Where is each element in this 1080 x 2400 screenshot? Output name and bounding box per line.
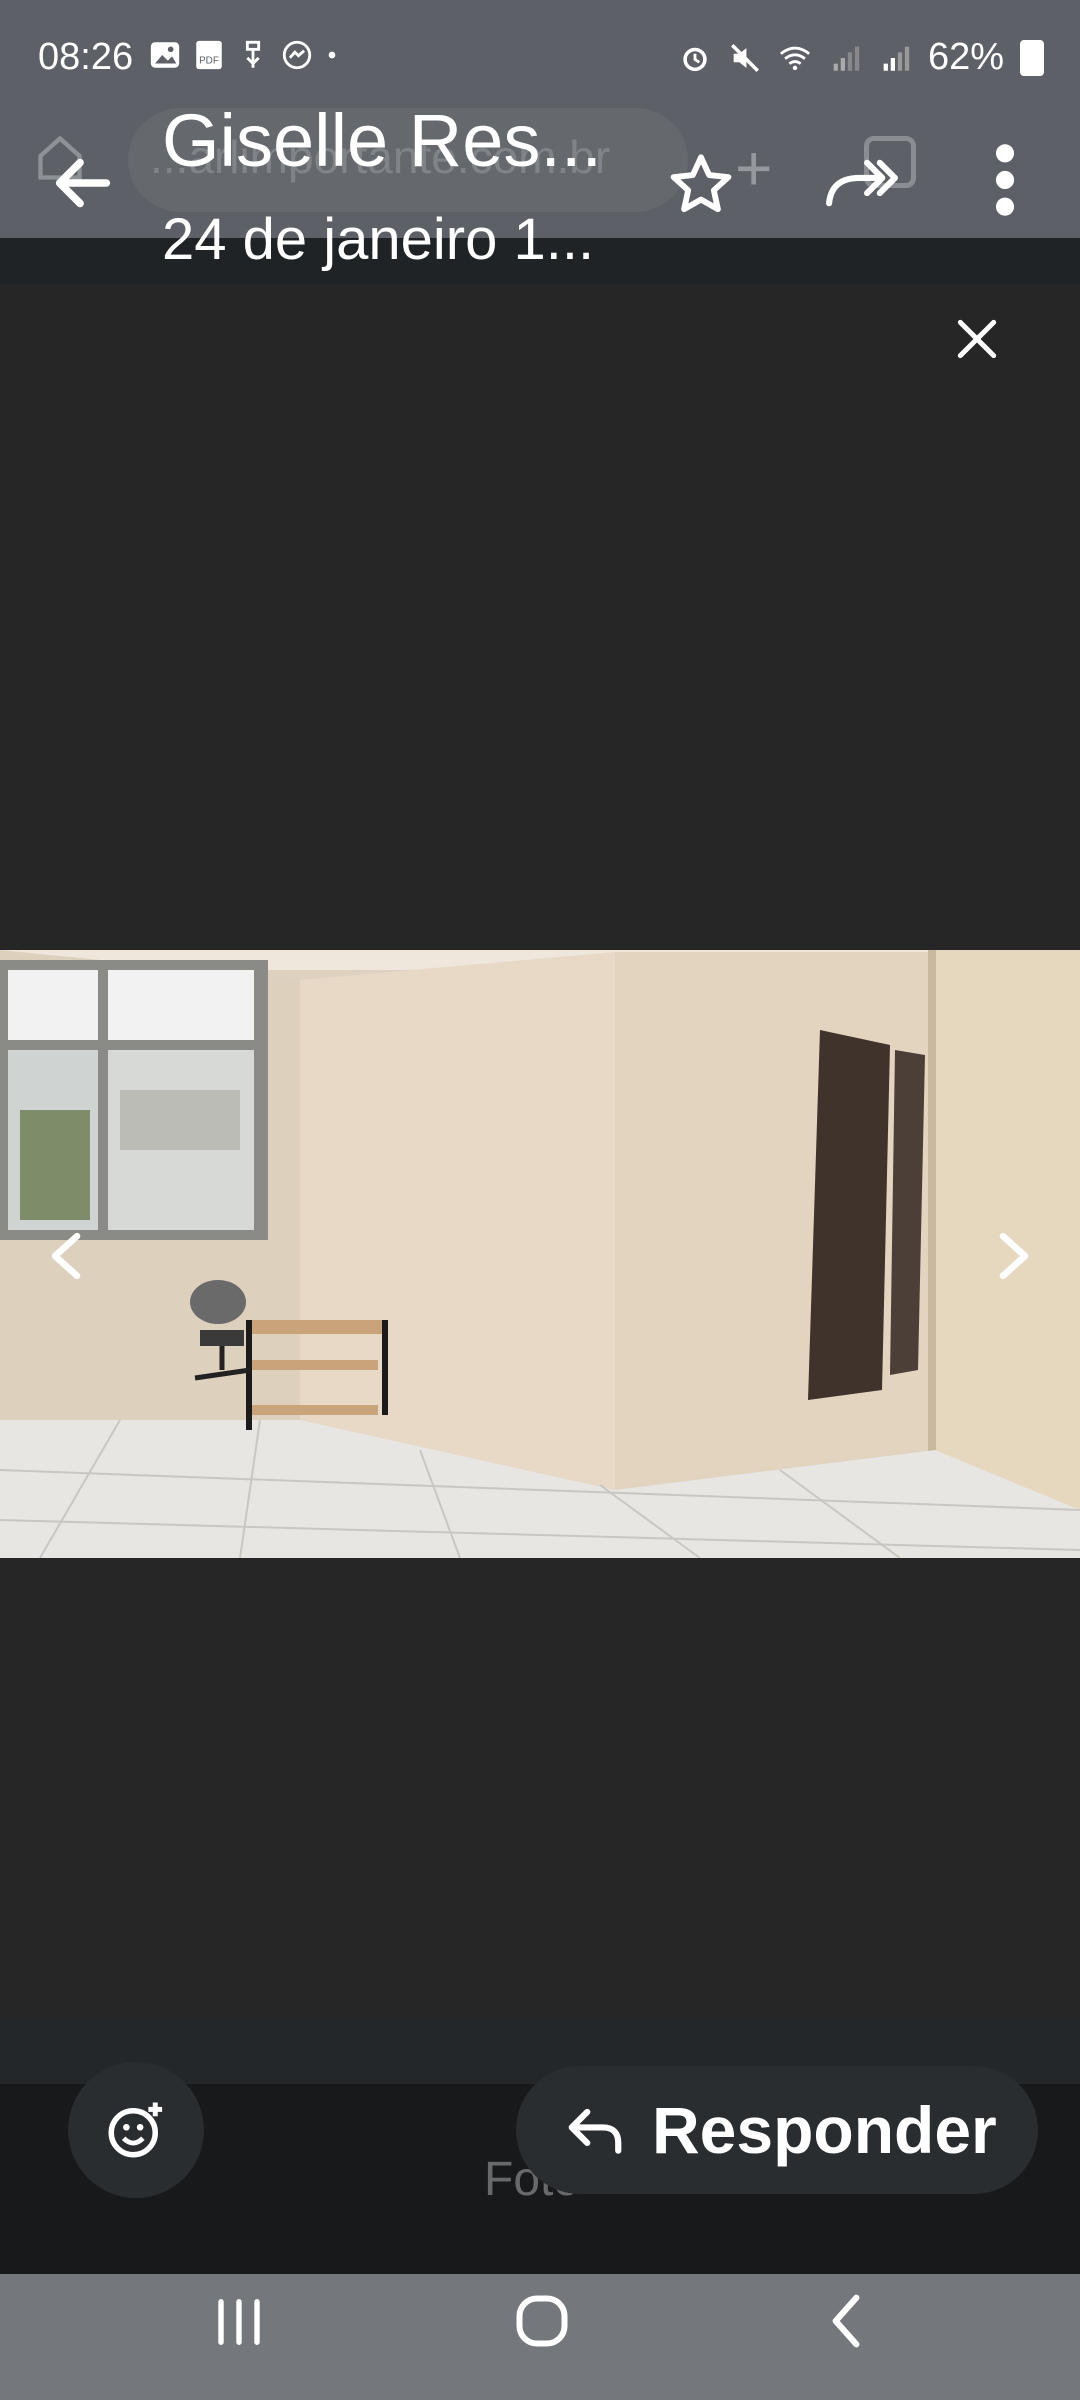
messenger-icon [282, 40, 312, 70]
battery-percent: 62% [927, 36, 1004, 78]
sender-name: Giselle Res... [162, 99, 603, 182]
plus-icon: + [735, 132, 773, 204]
next-photo-icon[interactable] [992, 1228, 1036, 1284]
alarm-icon [683, 47, 707, 71]
more-options-icon[interactable] [990, 140, 1020, 220]
apartment-photo[interactable] [0, 950, 1080, 1558]
add-emoji-icon [108, 2102, 163, 2158]
signal-icon [883, 46, 910, 71]
reply-label: Responder [652, 2093, 997, 2167]
previous-photo-icon[interactable] [44, 1228, 88, 1284]
image-icon [150, 42, 180, 68]
dot-icon [328, 51, 336, 59]
forward-all-icon[interactable] [824, 152, 900, 214]
close-icon[interactable] [952, 314, 1002, 364]
usb-icon [245, 40, 261, 68]
reply-arrow-icon [568, 2108, 622, 2154]
back-arrow-icon[interactable] [48, 148, 118, 218]
add-reaction-button[interactable] [68, 2062, 204, 2198]
recent-apps-icon[interactable] [212, 2292, 266, 2352]
status-left-icons: PDF [148, 38, 340, 72]
pdf-icon: PDF [196, 40, 222, 70]
star-icon[interactable] [666, 150, 736, 220]
battery-icon [1020, 39, 1044, 76]
back-nav-icon[interactable] [826, 2290, 866, 2352]
signal-icon [833, 46, 860, 71]
home-nav-icon[interactable] [512, 2290, 572, 2352]
status-time: 08:26 [38, 36, 134, 78]
wifi-icon [779, 46, 810, 70]
status-right: 62% [678, 36, 1044, 79]
message-date: 24 de janeiro 1... [162, 207, 595, 272]
reply-button[interactable]: Responder [516, 2066, 1038, 2194]
svg-text:PDF: PDF [199, 56, 219, 67]
mute-icon [730, 43, 759, 72]
